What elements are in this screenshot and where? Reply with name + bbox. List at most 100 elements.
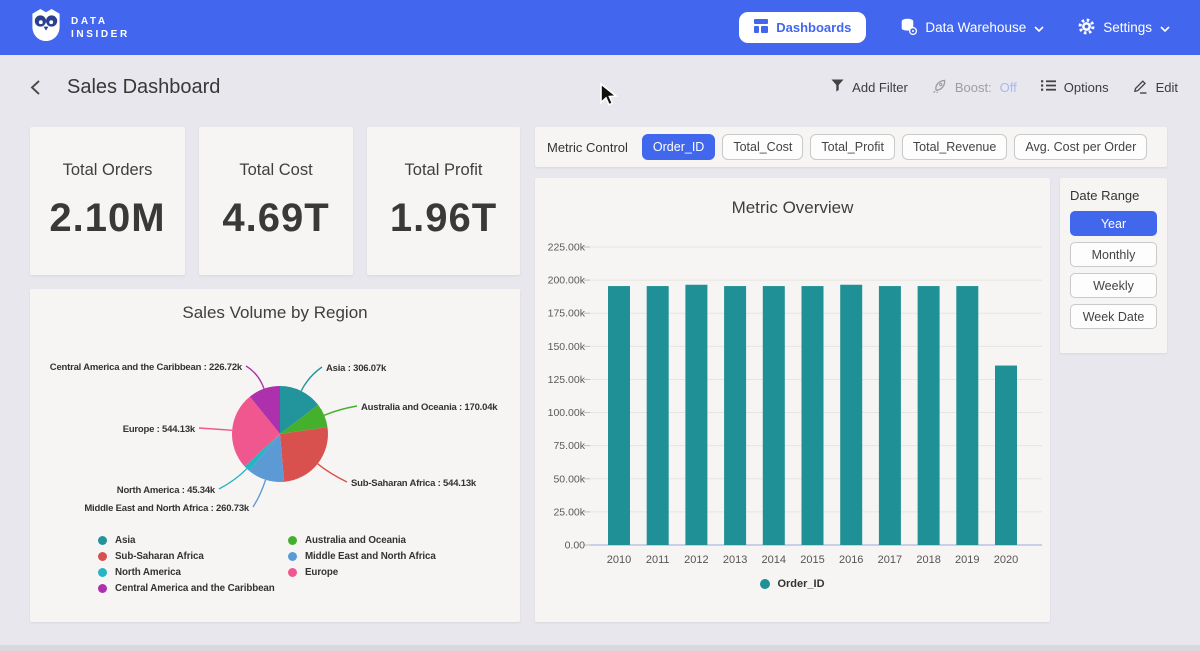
legend-dot bbox=[98, 584, 107, 593]
date-range-button-week-date[interactable]: Week Date bbox=[1070, 304, 1157, 329]
legend-item-australia-and-oceania[interactable]: Australia and Oceania bbox=[288, 535, 436, 546]
legend-label: Asia bbox=[115, 535, 135, 546]
boost-label: Boost: bbox=[955, 80, 992, 95]
legend-dot bbox=[288, 536, 297, 545]
pie-callout-line bbox=[199, 428, 232, 430]
legend-dot bbox=[98, 552, 107, 561]
legend-label: Sub-Saharan Africa bbox=[115, 551, 204, 562]
date-range-panel: Date Range Year Monthly Weekly Week Date bbox=[1060, 178, 1167, 353]
date-range-button-monthly[interactable]: Monthly bbox=[1070, 242, 1157, 267]
pie-callout-line bbox=[219, 469, 247, 489]
bar-2015[interactable] bbox=[802, 286, 824, 545]
bar-2012[interactable] bbox=[685, 285, 707, 545]
bar-chart-legend[interactable]: Order_ID bbox=[535, 578, 1050, 590]
metric-chip-total-profit[interactable]: Total_Profit bbox=[810, 134, 895, 160]
top-nav: DATAINSIDER Dashboards bbox=[0, 0, 1200, 55]
legend-item-middle-east-and-north-africa[interactable]: Middle East and North Africa bbox=[288, 551, 436, 562]
legend-item-sub-saharan-africa[interactable]: Sub-Saharan Africa bbox=[98, 551, 275, 562]
metric-control-bar: Metric Control Order_ID Total_Cost Total_P… bbox=[535, 127, 1167, 167]
edit-button[interactable]: Edit bbox=[1133, 78, 1178, 97]
y-axis-label: 25.00k bbox=[553, 506, 585, 518]
bar-chart-title: Metric Overview bbox=[535, 198, 1050, 218]
bar-2018[interactable] bbox=[918, 286, 940, 545]
back-button[interactable] bbox=[30, 79, 41, 96]
legend-item-asia[interactable]: Asia bbox=[98, 535, 275, 546]
x-axis-label: 2017 bbox=[878, 554, 902, 566]
pencil-icon bbox=[1133, 78, 1148, 97]
add-filter-button[interactable]: Add Filter bbox=[831, 79, 908, 95]
boost-status-value: Off bbox=[1000, 80, 1017, 95]
metric-chip-order-id[interactable]: Order_ID bbox=[642, 134, 715, 160]
metric-overview-panel: Metric Overview 225.00k200.00k175.00k150… bbox=[535, 178, 1050, 622]
pie-legend-column-2: Australia and Oceania Middle East and Nor… bbox=[288, 535, 436, 578]
bottom-edge bbox=[0, 645, 1200, 651]
legend-item-central-america-and-the-caribbean[interactable]: Central America and the Caribbean bbox=[98, 583, 275, 594]
metric-chip-total-revenue[interactable]: Total_Revenue bbox=[902, 134, 1007, 160]
nav-item-settings[interactable]: Settings bbox=[1078, 18, 1170, 38]
legend-dot bbox=[760, 579, 770, 589]
date-range-label: Date Range bbox=[1070, 188, 1157, 203]
pie-callout-line bbox=[246, 366, 264, 389]
legend-item-north-america[interactable]: North America bbox=[98, 567, 275, 578]
y-axis-label: 50.00k bbox=[553, 473, 585, 485]
dashboards-button[interactable]: Dashboards bbox=[739, 12, 866, 43]
pie-callout-label: Australia and Oceania : 170.04k bbox=[361, 402, 498, 413]
legend-dot bbox=[288, 552, 297, 561]
kpi-value: 2.10M bbox=[49, 196, 165, 241]
x-axis-label: 2018 bbox=[916, 554, 940, 566]
kpi-value: 1.96T bbox=[390, 196, 497, 241]
date-range-button-weekly[interactable]: Weekly bbox=[1070, 273, 1157, 298]
bar-2010[interactable] bbox=[608, 286, 630, 545]
x-axis-label: 2014 bbox=[762, 554, 786, 566]
bar-2011[interactable] bbox=[647, 286, 669, 545]
gear-icon bbox=[1078, 18, 1095, 38]
metric-chip-group: Order_ID Total_Cost Total_Profit Total_Reve… bbox=[642, 134, 1147, 160]
pie-callout-line bbox=[318, 464, 347, 482]
y-axis-label: 175.00k bbox=[548, 308, 586, 320]
date-range-button-group: Year Monthly Weekly Week Date bbox=[1070, 211, 1157, 329]
bar-2017[interactable] bbox=[879, 286, 901, 545]
legend-label: Middle East and North Africa bbox=[305, 551, 436, 562]
date-range-button-year[interactable]: Year bbox=[1070, 211, 1157, 236]
bar-chart: 225.00k200.00k175.00k150.00k125.00k100.0… bbox=[535, 230, 1050, 575]
legend-label: Australia and Oceania bbox=[305, 535, 406, 546]
kpi-card-total-orders: Total Orders 2.10M bbox=[30, 127, 185, 275]
pie-chart: Asia : 306.07kAustralia and Oceania : 17… bbox=[30, 333, 520, 535]
pie-callout-label: Middle East and North Africa : 260.73k bbox=[84, 503, 250, 514]
x-axis-label: 2012 bbox=[684, 554, 708, 566]
chevron-down-icon bbox=[1034, 20, 1044, 35]
bar-2013[interactable] bbox=[724, 286, 746, 545]
options-button[interactable]: Options bbox=[1041, 79, 1109, 95]
bar-2020[interactable] bbox=[995, 366, 1017, 545]
sales-dashboard-page: DATAINSIDER Dashboards bbox=[0, 0, 1200, 651]
legend-item-europe[interactable]: Europe bbox=[288, 567, 436, 578]
metric-chip-avg-cost-per-order[interactable]: Avg. Cost per Order bbox=[1014, 134, 1147, 160]
x-axis-label: 2019 bbox=[955, 554, 979, 566]
nav-item-data-warehouse[interactable]: Data Warehouse bbox=[900, 18, 1044, 38]
pie-chart-title: Sales Volume by Region bbox=[30, 303, 520, 323]
legend-label: Europe bbox=[305, 567, 338, 578]
chevron-down-icon bbox=[1160, 20, 1170, 35]
bar-2016[interactable] bbox=[840, 285, 862, 545]
metric-chip-total-cost[interactable]: Total_Cost bbox=[722, 134, 803, 160]
pie-callout-label: Sub-Saharan Africa : 544.13k bbox=[351, 478, 477, 489]
pie-legend-column-1: Asia Sub-Saharan Africa North America Centr… bbox=[98, 535, 275, 594]
y-axis-label: 150.00k bbox=[548, 341, 586, 353]
pie-callout-label: Europe : 544.13k bbox=[123, 424, 196, 435]
filter-funnel-icon bbox=[831, 79, 844, 95]
metric-control-label: Metric Control bbox=[547, 140, 628, 155]
page-header: Sales Dashboard Add Filter Boost: Off bbox=[0, 55, 1200, 119]
y-axis-label: 75.00k bbox=[553, 440, 585, 452]
kpi-value: 4.69T bbox=[222, 196, 329, 241]
kpi-label: Total Cost bbox=[239, 161, 312, 180]
legend-dot bbox=[98, 568, 107, 577]
boost-toggle[interactable]: Boost: Off bbox=[932, 78, 1017, 96]
bar-2019[interactable] bbox=[956, 286, 978, 545]
pie-slice-sub-saharan-africa[interactable] bbox=[280, 427, 328, 482]
x-axis-label: 2015 bbox=[800, 554, 824, 566]
y-axis-label: 200.00k bbox=[548, 275, 586, 287]
x-axis-label: 2013 bbox=[723, 554, 747, 566]
pie-callout-label: North America : 45.34k bbox=[117, 485, 216, 496]
brand-logo[interactable]: DATAINSIDER bbox=[30, 7, 130, 48]
bar-2014[interactable] bbox=[763, 286, 785, 545]
